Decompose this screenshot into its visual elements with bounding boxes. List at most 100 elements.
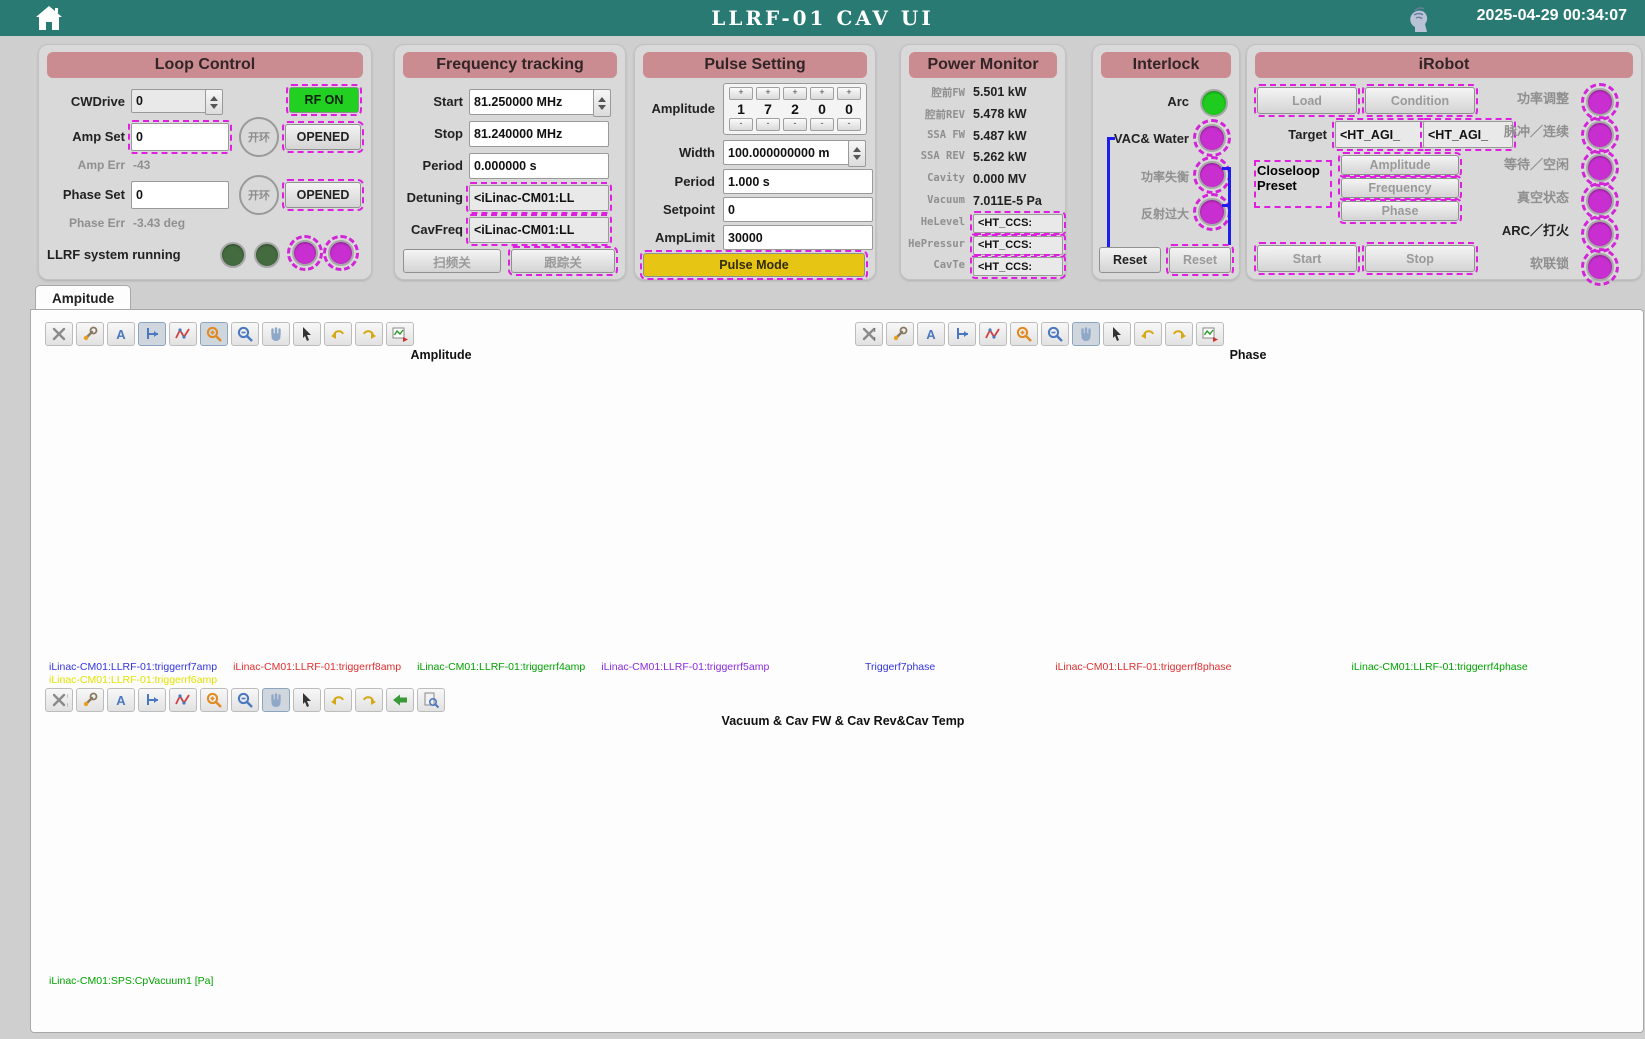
amplitude-plot-area[interactable] [45,364,837,656]
start-spinner[interactable] [593,89,611,117]
zoom-in-icon[interactable] [1010,322,1038,346]
phase-loop-state-button[interactable]: OPENED [285,182,361,208]
pm-value-6: <HT_CCS: [973,214,1063,233]
detuning-value: <iLinac-CM01:LL [469,185,609,211]
loop-control-panel: Loop Control CWDrive 0 RF ON Amp Set 0 开… [38,44,372,280]
reset2-button[interactable]: Reset [1169,247,1231,273]
zoom-out-icon[interactable] [231,688,259,712]
tools-icon[interactable]: Forward Amplitude200000-20000-40000Rever… [45,322,73,346]
cursor-icon[interactable] [293,688,321,712]
digit-increment-button[interactable]: + [756,87,780,100]
digit-value: 0 [845,101,853,117]
stop-field[interactable]: 81.240000 MHz [469,121,609,147]
phase-legend: Triggerf7phaseiLinac-CM01:LLRF-01:trigge… [855,661,1641,673]
pm-value-0: 5.501 kW [973,85,1061,99]
legend-item: iLinac-CM01:LLRF-01:triggerrf4phase [1351,661,1527,673]
digit-increment-button[interactable]: + [783,87,807,100]
redo-icon[interactable] [355,688,383,712]
trace-icon[interactable] [979,322,1007,346]
config-icon[interactable] [76,688,104,712]
digit-decrement-button[interactable]: - [783,118,807,131]
pm-value-2: 5.487 kW [973,129,1061,143]
font-icon[interactable]: A [107,688,135,712]
cwdrive-spinner[interactable] [205,89,223,115]
brain-icon[interactable] [1407,3,1435,38]
irobot-panel: iRobot Load Condition Target <HT_AGI_ <H… [1246,44,1642,280]
phase-set-field[interactable]: 0 [131,181,229,209]
cursor-icon[interactable] [1103,322,1131,346]
amp-set-field[interactable]: 0 [131,123,229,151]
reflect-high-led [1193,193,1231,231]
pm-label-6: HeLevel [903,216,965,228]
trace-icon[interactable] [169,322,197,346]
config-icon[interactable] [76,322,104,346]
detuning-label: Detuning [399,190,463,205]
digit-increment-button[interactable]: + [729,87,753,100]
amp-err-label: Amp Err [59,158,125,172]
llrf-cav-ui-screen: LLRF-01 CAV UI 2025-04-29 00:34:07 Loop … [0,0,1645,1039]
pan-icon[interactable] [262,688,290,712]
amplimit-field[interactable]: 30000 [723,225,873,250]
cursor-icon[interactable] [293,322,321,346]
config-icon[interactable] [886,322,914,346]
zoom-out-icon[interactable] [1041,322,1069,346]
axis-icon[interactable] [138,322,166,346]
pulse-mode-button[interactable]: Pulse Mode [643,253,865,277]
width-field[interactable]: 100.000000000 m [723,140,857,165]
track-off-button[interactable]: 跟踪关 [511,249,615,273]
snapshot-icon[interactable] [386,322,414,346]
axis-icon[interactable] [948,322,976,346]
redo-icon[interactable] [1165,322,1193,346]
undo-icon[interactable] [324,322,352,346]
zoom-in-icon[interactable] [200,322,228,346]
tools-icon[interactable]: Forward Phase [degree]2000-200-400-600-8… [855,322,883,346]
digit-decrement-button[interactable]: - [756,118,780,131]
load-button[interactable]: Load [1257,87,1357,114]
reset-button[interactable]: Reset [1099,247,1161,273]
rf-on-button[interactable]: RF ON [289,87,359,113]
tab-amplitude-phase-vacuum[interactable]: Ampitude & Phase & Vacuum [35,285,131,311]
setpoint-field[interactable]: 0 [723,197,873,222]
pm-label-3: SSA REV [903,150,965,162]
report-icon[interactable] [417,688,445,712]
cwdrive-field[interactable]: 0 [131,89,213,113]
pan-icon[interactable] [262,322,290,346]
pm-value-4: 0.000 MV [973,172,1061,186]
phase-open-loop-circle-button[interactable]: 开环 [239,175,279,215]
trace-icon[interactable] [169,688,197,712]
undo-icon[interactable] [1134,322,1162,346]
phase-err-value: -3.43 deg [133,216,223,230]
zoom-in-icon[interactable] [200,688,228,712]
amplitude-chart: Forward Amplitude200000-20000-40000Rever… [45,322,837,686]
redo-icon[interactable] [355,322,383,346]
amp-open-loop-circle-button[interactable]: 开环 [239,117,279,157]
sweep-off-button[interactable]: 扫频关 [403,249,501,273]
amp-loop-state-button[interactable]: OPENED [285,124,361,150]
back-icon[interactable] [386,688,414,712]
tools-icon[interactable]: Vacuum(Pa)0.000300.000200.00010Cav FW1.6… [45,688,73,712]
pan-icon[interactable] [1072,322,1100,346]
axis-icon[interactable] [138,688,166,712]
digit-increment-button[interactable]: + [837,87,861,100]
digit-increment-button[interactable]: + [810,87,834,100]
font-icon[interactable]: A [917,322,945,346]
start-field[interactable]: 81.250000 MHz [469,89,599,115]
pm-label-2: SSA FW [903,129,965,141]
undo-icon[interactable] [324,688,352,712]
digit-decrement-button[interactable]: - [837,118,861,131]
irobot-status-label-4: ARC／打火 [1427,220,1569,239]
phase-plot-area[interactable] [855,364,1641,656]
interlock-title: Interlock [1101,52,1231,78]
font-icon[interactable]: A [107,322,135,346]
pulse-period-field[interactable]: 1.000 s [723,169,873,194]
digit-decrement-button[interactable]: - [810,118,834,131]
amplitude-digit-wheel[interactable]: +1-+7-+2-+0-+0- [723,83,867,135]
width-spinner[interactable] [848,140,866,167]
start-button[interactable]: Start [1257,245,1357,272]
amplitude-chart-title: Amplitude [45,348,837,364]
zoom-out-icon[interactable] [231,322,259,346]
period-field[interactable]: 0.000000 s [469,153,609,179]
digit-decrement-button[interactable]: - [729,118,753,131]
vacuum-plot-area[interactable] [45,730,1641,970]
snapshot-icon[interactable] [1196,322,1224,346]
